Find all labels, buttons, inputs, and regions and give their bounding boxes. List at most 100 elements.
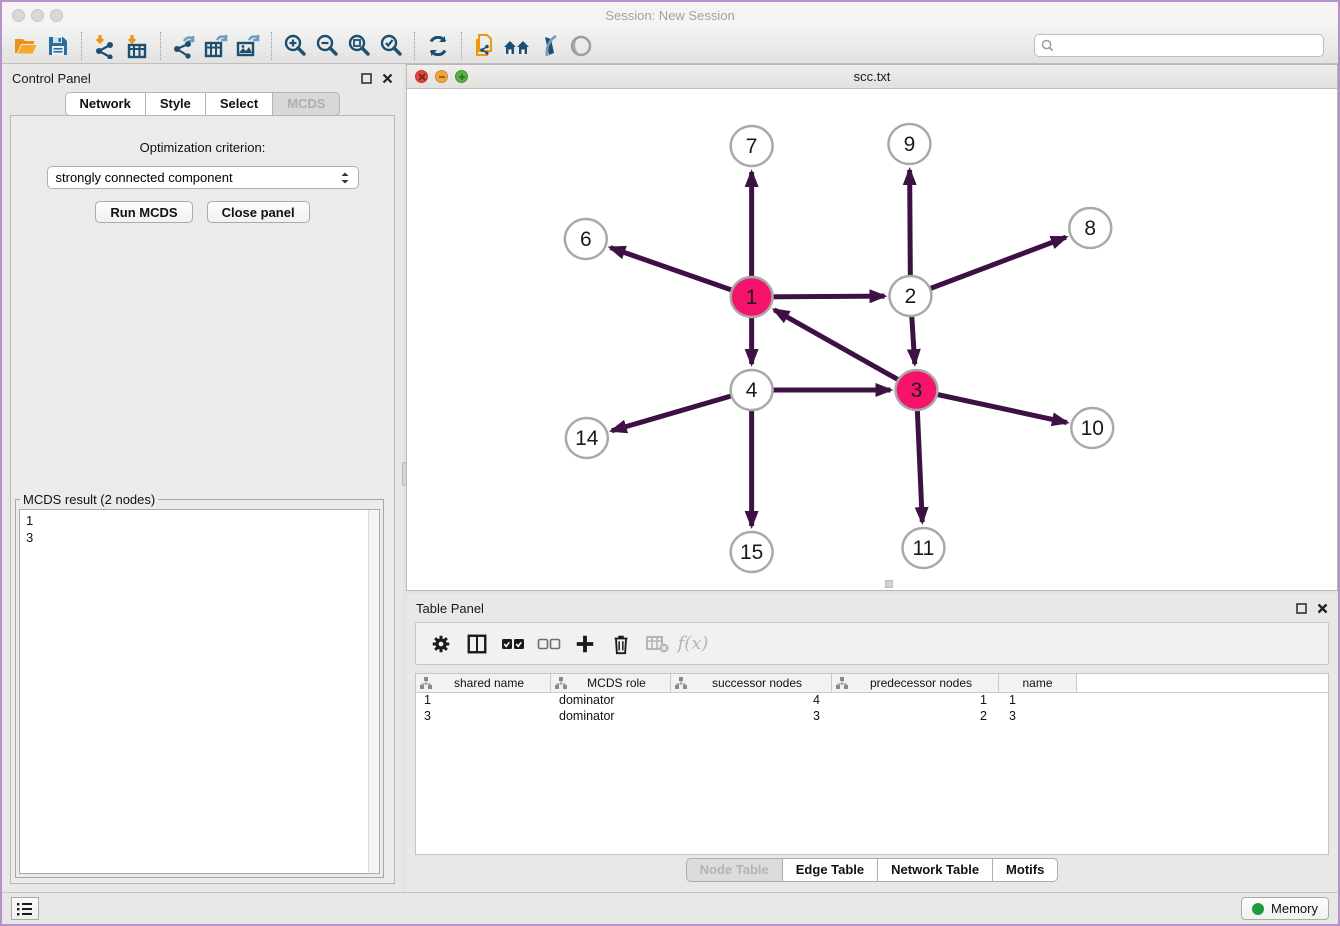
open-session-button[interactable] (10, 31, 42, 61)
control-panel-title: Control Panel (12, 71, 91, 86)
zoom-in-button[interactable] (279, 31, 311, 61)
tab-mcds[interactable]: MCDS (272, 92, 340, 116)
close-panel-icon[interactable] (382, 73, 393, 84)
main-area: Control Panel Network Style Select MCDS … (2, 64, 1338, 892)
function-builder-button[interactable]: f(x) (678, 628, 708, 660)
control-panel: Control Panel Network Style Select MCDS … (2, 64, 403, 892)
column-header-predecessor-nodes[interactable]: predecessor nodes (832, 674, 999, 692)
birds-eye-view-button[interactable] (565, 31, 597, 61)
table-toolbar: f(x) (415, 622, 1329, 665)
mcds-result-group: MCDS result (2 nodes) 1 3 (15, 492, 384, 878)
toolbar-separator (414, 32, 415, 60)
annotation-mode-button[interactable] (533, 31, 565, 61)
network-window-controls (415, 70, 468, 83)
zoom-out-button[interactable] (311, 31, 343, 61)
tab-select[interactable]: Select (205, 92, 272, 116)
memory-button[interactable]: Memory (1241, 897, 1329, 920)
main-toolbar (2, 28, 1338, 64)
network-graph: 7968124314101511 (407, 89, 1337, 590)
tab-network[interactable]: Network (65, 92, 145, 116)
table-cell: dominator (551, 693, 671, 709)
import-table-button[interactable] (121, 31, 153, 61)
zoom-selected-icon (378, 33, 404, 59)
node-table-body: 1dominator4113dominator323 (416, 693, 1328, 725)
export-network-button[interactable] (168, 31, 200, 61)
run-mcds-button[interactable]: Run MCDS (95, 201, 192, 223)
memory-status-icon (1252, 903, 1264, 915)
delete-table-button[interactable] (642, 628, 672, 660)
canvas-scroll-grip[interactable] (885, 580, 893, 588)
network-title: scc.txt (407, 69, 1337, 84)
graph-node-label: 10 (1081, 417, 1104, 440)
paintbrush-slash-icon (536, 33, 562, 59)
table-row[interactable]: 3dominator323 (416, 709, 1328, 725)
table-cell: 2 (832, 709, 999, 725)
control-panel-header: Control Panel (2, 64, 403, 92)
trash-icon (611, 633, 631, 655)
select-all-columns-button[interactable] (498, 628, 528, 660)
export-table-button[interactable] (200, 31, 232, 61)
status-bar: Memory (2, 892, 1338, 924)
graph-node-label: 15 (740, 541, 763, 564)
eye-icon (568, 33, 594, 59)
result-scrollbar[interactable] (368, 510, 379, 873)
column-header-successor-nodes[interactable]: successor nodes (671, 674, 832, 692)
first-neighbors-icon (502, 34, 532, 58)
close-panel-button[interactable]: Close panel (207, 201, 310, 223)
table-options-button[interactable] (426, 628, 456, 660)
add-icon (574, 633, 596, 655)
zoom-selected-button[interactable] (375, 31, 407, 61)
tab-style[interactable]: Style (145, 92, 205, 116)
graph-edge-2-8[interactable] (910, 237, 1066, 296)
show-columns-button[interactable] (462, 628, 492, 660)
close-network-button[interactable] (415, 70, 428, 83)
table-cell: 3 (416, 709, 551, 725)
table-row[interactable]: 1dominator411 (416, 693, 1328, 709)
show-columns-icon (466, 633, 488, 655)
table-cell: 3 (671, 709, 832, 725)
graph-node-label: 3 (911, 379, 923, 402)
tab-motifs[interactable]: Motifs (992, 858, 1058, 882)
copy-network-button[interactable] (469, 31, 501, 61)
float-table-panel-icon[interactable] (1296, 603, 1307, 614)
export-image-icon (235, 33, 261, 59)
optimization-criterion-select[interactable]: strongly connected component (47, 166, 359, 189)
column-header-mcds-role[interactable]: MCDS role (551, 674, 671, 692)
delete-column-button[interactable] (606, 628, 636, 660)
maximize-network-button[interactable] (455, 70, 468, 83)
refresh-icon (425, 33, 451, 59)
app-window: Session: New Session (0, 0, 1340, 926)
tab-edge-table[interactable]: Edge Table (782, 858, 877, 882)
import-network-button[interactable] (89, 31, 121, 61)
column-header-name[interactable]: name (999, 674, 1077, 692)
float-panel-icon[interactable] (361, 73, 372, 84)
first-neighbors-button[interactable] (501, 31, 533, 61)
export-image-button[interactable] (232, 31, 264, 61)
search-input[interactable] (1058, 38, 1317, 53)
deselect-all-columns-button[interactable] (534, 628, 564, 660)
graph-edge-1-6[interactable] (610, 248, 751, 297)
select-all-icon (501, 636, 525, 652)
create-column-button[interactable] (570, 628, 600, 660)
tab-node-table[interactable]: Node Table (686, 858, 782, 882)
close-table-panel-icon[interactable] (1317, 603, 1328, 614)
network-titlebar: scc.txt (407, 65, 1337, 89)
zoom-fit-icon (346, 33, 372, 59)
network-canvas[interactable]: 7968124314101511 (407, 89, 1337, 590)
node-table-header: shared name MCDS role successor nodes (416, 674, 1328, 693)
minimize-network-button[interactable] (435, 70, 448, 83)
optimization-criterion-label: Optimization criterion: (11, 140, 394, 155)
search-icon (1041, 39, 1054, 52)
graph-edge-3-1[interactable] (774, 310, 916, 390)
table-panel-title: Table Panel (416, 601, 484, 616)
zoom-fit-button[interactable] (343, 31, 375, 61)
graph-edge-3-10[interactable] (916, 390, 1066, 423)
column-header-shared-name[interactable]: shared name (416, 674, 551, 692)
refresh-network-button[interactable] (422, 31, 454, 61)
tab-network-table[interactable]: Network Table (877, 858, 992, 882)
column-type-icon (555, 677, 567, 689)
split-divider[interactable] (403, 64, 406, 892)
zoom-in-icon (282, 33, 308, 59)
save-session-button[interactable] (42, 31, 74, 61)
task-history-button[interactable] (11, 897, 39, 920)
